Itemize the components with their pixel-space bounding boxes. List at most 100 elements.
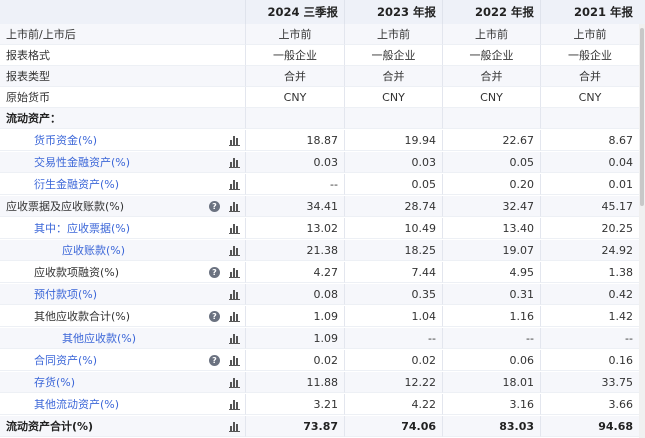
table-row: 预付款项(%) 0.08 0.35 0.31 0.42: [0, 284, 645, 305]
table-row-total: 流动资产合计(%) 73.87 74.06 83.03 94.68: [0, 416, 645, 437]
cell-value: --: [541, 328, 639, 349]
cell-value: 一般企业: [345, 45, 443, 66]
cell-value: 0.01: [541, 174, 639, 195]
cell-value: 33.75: [541, 372, 639, 393]
row-label: 报表格式: [6, 49, 50, 62]
cell-value: 19.94: [345, 130, 443, 151]
cell-value: CNY: [443, 87, 541, 108]
bar-chart-icon[interactable]: [229, 421, 240, 432]
table-row: 其他应收款合计(%) ? 1.09 1.04 1.16 1.42: [0, 306, 645, 327]
period-header-2023[interactable]: 2023 年报: [345, 0, 443, 24]
cell-value: 0.16: [541, 350, 639, 371]
cell-value: 32.47: [443, 196, 541, 217]
cell-value: 上市前: [345, 24, 443, 45]
cell-value: 4.27: [246, 262, 345, 283]
row-label-link[interactable]: 衍生金融资产(%): [34, 176, 119, 192]
cell-value: 1.16: [443, 306, 541, 327]
bar-chart-icon[interactable]: [229, 179, 240, 190]
row-label-link[interactable]: 其他流动资产(%): [34, 396, 119, 412]
row-label-link[interactable]: 货币资金(%): [34, 132, 97, 148]
cell-value: 一般企业: [246, 45, 345, 66]
cell-value: CNY: [345, 87, 443, 108]
cell-value: 13.02: [246, 218, 345, 239]
row-label: 原始货币: [6, 91, 50, 104]
bar-chart-icon[interactable]: [229, 399, 240, 410]
cell-value: 上市前: [443, 24, 541, 45]
bar-chart-icon[interactable]: [229, 333, 240, 344]
bar-chart-icon[interactable]: [229, 223, 240, 234]
bar-chart-icon[interactable]: [229, 135, 240, 146]
row-label-link[interactable]: 存货(%): [34, 374, 75, 390]
cell-value: 0.31: [443, 284, 541, 305]
cell-value: 24.92: [541, 240, 639, 261]
scrollbar-thumb[interactable]: [640, 28, 644, 206]
cell-value: 19.07: [443, 240, 541, 261]
table-row: 报表类型 合并 合并 合并 合并: [0, 66, 645, 87]
cell-value: 合并: [345, 66, 443, 87]
row-label-link[interactable]: 预付款项(%): [34, 286, 97, 302]
table-row: 其中：应收票据(%) 13.02 10.49 13.40 20.25: [0, 218, 645, 239]
bar-chart-icon[interactable]: [229, 377, 240, 388]
section-label: 流动资产：: [6, 112, 61, 125]
row-label-link[interactable]: 合同资产(%): [34, 352, 97, 368]
cell-value: 13.40: [443, 218, 541, 239]
cell-value: 一般企业: [541, 45, 639, 66]
question-circle-icon[interactable]: ?: [209, 355, 220, 366]
cell-value: 上市前: [246, 24, 345, 45]
cell-value: 0.08: [246, 284, 345, 305]
cell-value: 0.02: [345, 350, 443, 371]
cell-value: CNY: [541, 87, 639, 108]
cell-value: 73.87: [246, 416, 345, 437]
bar-chart-icon[interactable]: [229, 355, 240, 366]
table-row: 应收款项融资(%) ? 4.27 7.44 4.95 1.38: [0, 262, 645, 283]
row-label-link[interactable]: 应收账款(%): [62, 242, 125, 258]
bar-chart-icon[interactable]: [229, 245, 240, 256]
cell-value: 0.03: [345, 152, 443, 173]
cell-value: 4.95: [443, 262, 541, 283]
cell-value: 0.04: [541, 152, 639, 173]
table-row: 衍生金融资产(%) -- 0.05 0.20 0.01: [0, 174, 645, 195]
cell-empty: [246, 108, 345, 129]
row-label: 上市前/上市后: [6, 28, 76, 41]
cell-value: 0.02: [246, 350, 345, 371]
cell-value: --: [246, 174, 345, 195]
cell-value: 45.17: [541, 196, 639, 217]
cell-value: --: [443, 328, 541, 349]
cell-value: 8.67: [541, 130, 639, 151]
row-label-link[interactable]: 其他应收款(%): [62, 330, 136, 346]
bar-chart-icon[interactable]: [229, 311, 240, 322]
cell-value: 1.09: [246, 306, 345, 327]
cell-value: 3.66: [541, 394, 639, 415]
cell-value: 22.67: [443, 130, 541, 151]
question-circle-icon[interactable]: ?: [209, 201, 220, 212]
table-row: 存货(%) 11.88 12.22 18.01 33.75: [0, 372, 645, 393]
cell-value: 34.41: [246, 196, 345, 217]
cell-value: 10.49: [345, 218, 443, 239]
cell-value: 74.06: [345, 416, 443, 437]
period-header-2022[interactable]: 2022 年报: [443, 0, 541, 24]
table-row: 应收票据及应收账款(%) ? 34.41 28.74 32.47 45.17: [0, 196, 645, 217]
cell-value: 3.21: [246, 394, 345, 415]
cell-empty: [345, 108, 443, 129]
question-circle-icon[interactable]: ?: [209, 267, 220, 278]
bar-chart-icon[interactable]: [229, 157, 240, 168]
cell-value: 1.09: [246, 328, 345, 349]
bar-chart-icon[interactable]: [229, 289, 240, 300]
cell-value: 上市前: [541, 24, 639, 45]
period-header-2024q3[interactable]: 2024 三季报: [246, 0, 345, 24]
row-label: 应收款项融资(%): [34, 266, 120, 279]
row-label-link[interactable]: 交易性金融资产(%): [34, 154, 130, 170]
bar-chart-icon[interactable]: [229, 201, 240, 212]
cell-value: 3.16: [443, 394, 541, 415]
cell-value: 4.22: [345, 394, 443, 415]
cell-value: 28.74: [345, 196, 443, 217]
cell-value: 0.20: [443, 174, 541, 195]
row-label: 流动资产合计(%): [6, 420, 94, 433]
cell-value: 0.03: [246, 152, 345, 173]
row-label-link[interactable]: 其中：应收票据(%): [34, 220, 130, 236]
row-label: 其他应收款合计(%): [34, 310, 131, 323]
period-header-2021[interactable]: 2021 年报: [541, 0, 639, 24]
cell-value: 合并: [246, 66, 345, 87]
question-circle-icon[interactable]: ?: [209, 311, 220, 322]
bar-chart-icon[interactable]: [229, 267, 240, 278]
